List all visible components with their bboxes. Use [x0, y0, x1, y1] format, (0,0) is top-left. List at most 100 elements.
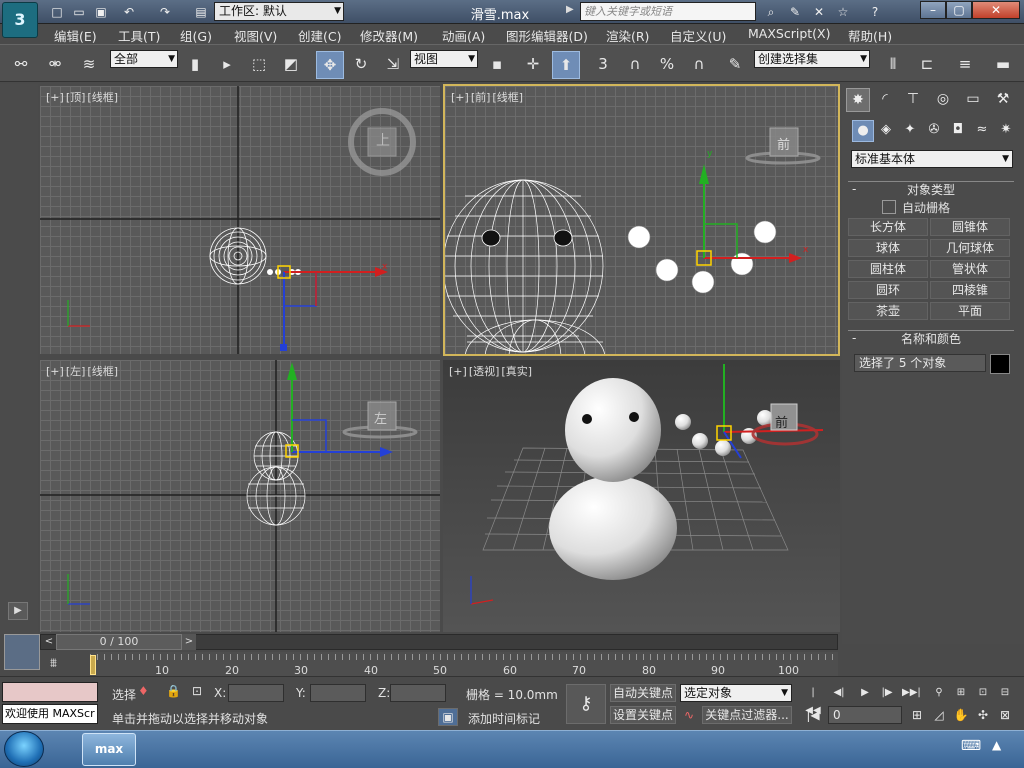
select-object-icon[interactable]: ▮	[182, 51, 208, 77]
cylinder-button[interactable]: 圆柱体	[848, 260, 928, 278]
maximize-button[interactable]: ▢	[946, 1, 972, 19]
top-viewcube-label[interactable]: 上	[376, 130, 390, 150]
z-coordinate-field[interactable]	[390, 684, 446, 702]
project-folder-icon[interactable]: ▤	[192, 3, 210, 21]
snap-toggle-icon[interactable]: 3	[590, 51, 616, 77]
set-key-button[interactable]: 设置关键点	[610, 706, 676, 724]
menu-view[interactable]: 视图(V)	[234, 26, 277, 45]
trackbar-frame-marker[interactable]	[90, 655, 96, 675]
app-logo-button[interactable]: 3	[2, 2, 38, 38]
perspective-viewcube-label[interactable]: 前	[775, 412, 788, 431]
zoom-all-icon[interactable]: ⊞	[952, 684, 970, 702]
new-file-icon[interactable]: □	[48, 3, 66, 21]
pan-view-icon[interactable]: ✋	[952, 706, 970, 724]
geosphere-button[interactable]: 几何球体	[930, 239, 1010, 257]
maximize-viewport-icon[interactable]: ⊠	[996, 706, 1014, 724]
x-coordinate-field[interactable]	[228, 684, 284, 702]
taskbar-3dsmax-button[interactable]: max	[82, 733, 136, 766]
minimize-button[interactable]: –	[920, 1, 946, 19]
menu-group[interactable]: 组(G)	[180, 26, 212, 45]
front-viewcube-label[interactable]: 前	[777, 134, 790, 153]
tube-button[interactable]: 管状体	[930, 260, 1010, 278]
create-tab-icon[interactable]: ✸	[846, 88, 870, 112]
undo-icon[interactable]: ↶	[120, 3, 138, 21]
lock-selection-icon[interactable]: 🔒	[166, 684, 181, 698]
close-button[interactable]: ✕	[972, 1, 1020, 19]
geometry-icon[interactable]: ●	[852, 120, 874, 142]
motion-tab-icon[interactable]: ◎	[932, 88, 954, 110]
menu-graph-editors[interactable]: 图形编辑器(D)	[506, 26, 588, 45]
select-and-rotate-icon[interactable]: ↻	[348, 51, 374, 77]
window-crossing-icon[interactable]: ◩	[278, 51, 304, 77]
menu-help[interactable]: 帮助(H)	[848, 26, 892, 45]
key-mode-dropdown[interactable]: 选定对象 ▼	[680, 684, 792, 702]
key-filters-button[interactable]: 关键点过滤器...	[702, 706, 792, 724]
time-tag-icon[interactable]: ▣	[438, 708, 458, 726]
teapot-button[interactable]: 茶壶	[848, 302, 928, 320]
redo-icon[interactable]: ↷	[156, 3, 174, 21]
communication-icon[interactable]: ✕	[810, 3, 828, 21]
search-expand-icon[interactable]: ▶	[566, 4, 574, 15]
align-icon[interactable]: ⊏	[914, 51, 940, 77]
selection-filter-dropdown[interactable]: 全部 ▼	[110, 50, 178, 68]
goto-end-icon[interactable]: ▶▶|	[902, 684, 921, 702]
play-icon[interactable]: ▶	[856, 684, 874, 702]
key-mode-toggle-icon[interactable]: |◀	[804, 706, 822, 724]
select-and-move-icon[interactable]: ✥	[316, 51, 344, 79]
select-and-link-icon[interactable]: ⚯	[8, 51, 34, 77]
plane-button[interactable]: 平面	[930, 302, 1010, 320]
mirror-icon[interactable]: ⫴	[880, 51, 906, 77]
object-category-dropdown[interactable]: 标准基本体 ▼	[851, 150, 1013, 168]
absolute-mode-icon[interactable]: ⊡	[192, 684, 202, 698]
next-frame-icon[interactable]: |▶	[878, 684, 896, 702]
open-file-icon[interactable]: ▭	[70, 3, 88, 21]
torus-button[interactable]: 圆环	[848, 281, 928, 299]
y-coordinate-field[interactable]	[310, 684, 366, 702]
spinner-snap-icon[interactable]: ∩	[686, 51, 712, 77]
goto-start-icon[interactable]: |◀◀	[804, 684, 822, 716]
shapes-icon[interactable]: ◈	[876, 120, 896, 140]
pivot-center-icon[interactable]: ▪	[484, 51, 510, 77]
object-color-swatch[interactable]	[990, 354, 1010, 374]
favorites-star-icon[interactable]: ☆	[834, 3, 852, 21]
percent-snap-icon[interactable]: %	[654, 51, 680, 77]
cameras-icon[interactable]: ✇	[924, 120, 944, 140]
graphite-tools-icon[interactable]: ▬	[990, 51, 1016, 77]
viewport-left[interactable]: [+] [左] [线框] 左	[40, 360, 440, 632]
current-frame-field[interactable]: 0	[828, 706, 902, 724]
reference-coordinate-dropdown[interactable]: 视图 ▼	[410, 50, 478, 68]
name-and-color-rollout[interactable]: - 名称和颜色	[848, 330, 1014, 347]
keyboard-shortcut-override-icon[interactable]: ⬆	[552, 51, 580, 79]
menu-create[interactable]: 创建(C)	[298, 26, 341, 45]
auto-key-button[interactable]: 自动关键点	[610, 684, 676, 702]
edit-named-selection-icon[interactable]: ✎	[722, 51, 748, 77]
box-button[interactable]: 长方体	[848, 218, 928, 236]
maxscript-listener[interactable]	[2, 682, 98, 702]
angle-snap-icon[interactable]: ∩	[622, 51, 648, 77]
menu-rendering[interactable]: 渲染(R)	[606, 26, 649, 45]
space-warps-icon[interactable]: ≈	[972, 120, 992, 140]
time-configuration-icon[interactable]: ⊞	[908, 706, 926, 724]
add-time-tag[interactable]: 添加时间标记	[468, 710, 540, 727]
set-key-icon[interactable]: ⚷	[566, 684, 606, 724]
select-and-scale-icon[interactable]: ⇲	[380, 51, 406, 77]
viewport-perspective[interactable]: [+] [透视] [真实] 前	[443, 360, 840, 632]
menu-maxscript[interactable]: MAXScript(X)	[748, 26, 830, 41]
field-of-view-icon[interactable]: ◿	[930, 706, 948, 724]
cone-button[interactable]: 圆锥体	[930, 218, 1010, 236]
time-slider-next-icon[interactable]: >	[182, 634, 196, 650]
select-by-name-icon[interactable]: ▸	[214, 51, 240, 77]
left-viewcube-label[interactable]: 左	[374, 408, 387, 427]
unlink-icon[interactable]: ⚮	[42, 51, 68, 77]
maxscript-mini-listener[interactable]: 欢迎使用 MAXScr	[2, 704, 98, 724]
display-tab-icon[interactable]: ▭	[962, 88, 984, 110]
utilities-tab-icon[interactable]: ⚒	[992, 88, 1014, 110]
keyboard-icon[interactable]: ⌨	[960, 738, 982, 758]
zoom-extents-icon[interactable]: ⊡	[974, 684, 992, 702]
isolate-icon[interactable]: ♦	[138, 684, 149, 698]
modify-tab-icon[interactable]: ◜	[874, 88, 896, 110]
systems-icon[interactable]: ✷	[996, 120, 1016, 140]
helpers-icon[interactable]: ◘	[948, 120, 968, 140]
start-button[interactable]	[4, 731, 44, 767]
auto-grid-checkbox[interactable]	[882, 200, 896, 214]
